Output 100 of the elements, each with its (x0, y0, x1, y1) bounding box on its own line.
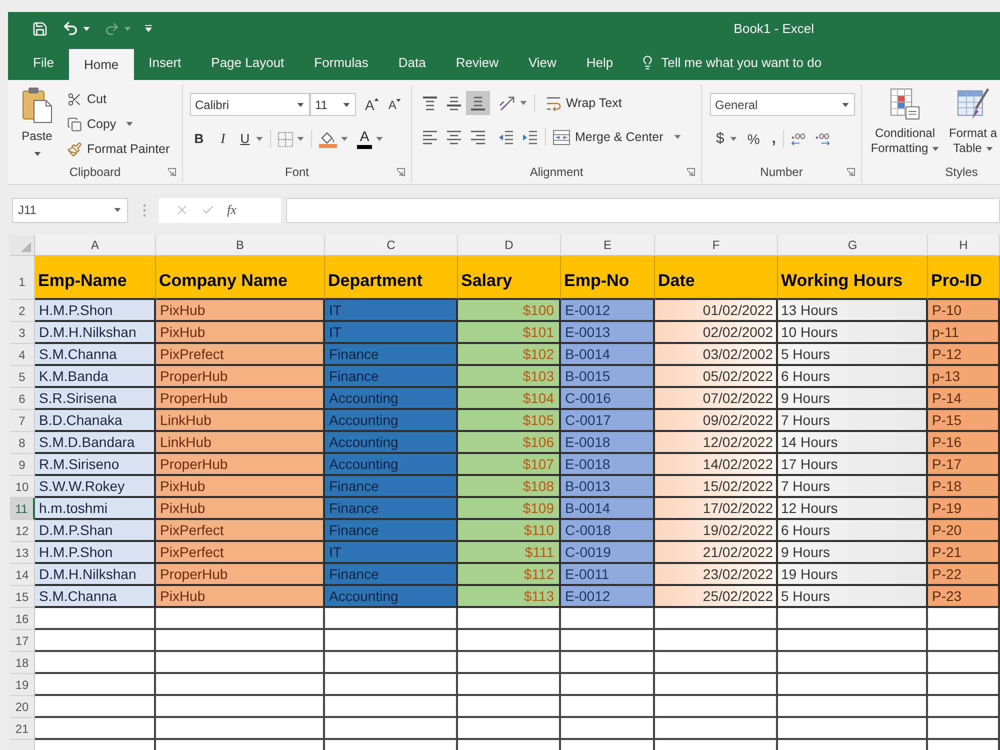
row-header[interactable]: 3 (10, 322, 35, 344)
corner-arrow-icon[interactable] (847, 168, 855, 176)
row-header[interactable]: 10 (10, 476, 35, 498)
format-painter-button[interactable]: Format Painter (67, 138, 170, 160)
bold-button[interactable]: B (190, 129, 208, 149)
name-box[interactable]: J11 (12, 198, 128, 222)
table-cell: ProperHub (156, 388, 325, 410)
table-cell: 03/02/2002 (655, 344, 778, 366)
corner-arrow-icon[interactable] (687, 168, 695, 176)
ribbon-tab[interactable]: Page Layout (196, 45, 300, 80)
row-header[interactable]: 11 (10, 498, 35, 520)
cut-button[interactable]: Cut (67, 88, 170, 110)
column-header[interactable]: C (325, 235, 458, 256)
row-header[interactable]: 17 (10, 630, 35, 652)
table-cell: PixPrefect (156, 344, 325, 366)
row-header[interactable]: 1 (10, 256, 35, 300)
paint-bucket-icon[interactable] (319, 130, 337, 148)
table-cell: S.M.Channa (35, 344, 156, 366)
ribbon-tab[interactable]: Review (440, 45, 514, 80)
comma-style-button[interactable]: , (772, 128, 776, 150)
table-cell: E-0018 (561, 454, 655, 476)
column-header[interactable]: B (156, 235, 325, 256)
align-left-icon (422, 130, 438, 144)
row-header[interactable]: 13 (10, 542, 35, 564)
column-header[interactable]: H (928, 235, 1000, 256)
row-header[interactable]: 9 (10, 454, 35, 476)
table-cell: $104 (458, 388, 561, 410)
column-header[interactable]: D (458, 235, 561, 256)
row-header[interactable]: 18 (10, 652, 35, 674)
row-header[interactable]: 16 (10, 608, 35, 630)
row-header[interactable]: 7 (10, 410, 35, 432)
ribbon-tab[interactable]: Help (571, 45, 628, 80)
font-size-field[interactable]: 11 (310, 93, 356, 116)
ribbon-tab[interactable]: Formulas (299, 45, 384, 80)
table-cell: 9 Hours (778, 542, 928, 564)
diagonal-arrow-icon[interactable] (499, 96, 516, 110)
row-header[interactable]: 6 (10, 388, 35, 410)
save-icon[interactable] (32, 20, 48, 36)
ribbon-tab[interactable]: View (513, 45, 572, 80)
formula-field[interactable] (286, 198, 1000, 222)
row-header[interactable]: 12 (10, 520, 35, 542)
table-cell: K.M.Banda (35, 366, 156, 388)
row-header[interactable]: 14 (10, 564, 35, 586)
merge-cells-icon (553, 130, 570, 144)
insert-function-button[interactable]: fx (227, 200, 236, 220)
borders-grid-icon[interactable] (278, 132, 293, 146)
decimal-increase-icon[interactable] (790, 132, 806, 146)
tell-me-button[interactable]: Tell me what you want to do (640, 45, 822, 80)
decimal-decrease-icon[interactable] (814, 132, 830, 146)
font-name-field[interactable]: Calibri (190, 93, 310, 116)
row-header[interactable]: 19 (10, 674, 35, 696)
caret-up-icon (374, 98, 380, 100)
number-format-field[interactable]: General (710, 93, 855, 116)
table-cell: 17 Hours (778, 454, 928, 476)
ribbon-tab[interactable]: File (18, 45, 69, 80)
row-header[interactable]: 8 (10, 432, 35, 454)
corner-arrow-icon[interactable] (397, 168, 405, 176)
shrink-font-button[interactable]: A (388, 98, 402, 110)
indent-increase-icon[interactable] (522, 130, 538, 144)
ribbon-tab[interactable]: Data (383, 45, 441, 80)
vertical-dots-icon[interactable] (143, 204, 146, 216)
caret-icon (341, 137, 348, 141)
conditional-formatting-button[interactable]: Conditional Formatting (866, 87, 944, 156)
row-header[interactable]: 15 (10, 586, 35, 608)
table-cell: ProperHub (156, 366, 325, 388)
row-header[interactable]: 2 (10, 300, 35, 322)
currency-button[interactable]: $ (716, 128, 724, 150)
column-header[interactable]: A (35, 235, 156, 256)
format-as-table-button[interactable]: Format a Table (944, 87, 1000, 156)
undo-icon[interactable] (62, 20, 79, 37)
font-color-button[interactable]: A (357, 129, 372, 149)
caret-icon (297, 137, 304, 141)
header-cell: Working Hours (778, 256, 928, 300)
row-header[interactable]: 4 (10, 344, 35, 366)
caret-icon (986, 146, 993, 150)
row-header[interactable]: 21 (10, 718, 35, 740)
italic-button[interactable]: I (214, 128, 232, 150)
wrap-text-button[interactable]: Wrap Text (546, 94, 622, 112)
menu-caret-icon[interactable] (145, 25, 152, 32)
paste-button[interactable]: Paste (15, 87, 59, 160)
ribbon-tab[interactable]: Home (68, 49, 134, 80)
column-header[interactable]: F (655, 235, 778, 256)
grow-font-button[interactable]: A (365, 98, 380, 112)
percent-button[interactable]: % (747, 128, 760, 150)
table-cell: IT (325, 542, 458, 564)
merge-center-button[interactable]: Merge & Center (553, 128, 682, 146)
underline-button[interactable]: U (237, 129, 253, 149)
row-header[interactable]: 20 (10, 696, 35, 718)
table-cell: Accounting (325, 410, 458, 432)
table-cell: P-16 (928, 432, 1000, 454)
corner-arrow-icon[interactable] (168, 168, 176, 176)
align-right-icon (470, 130, 486, 144)
column-header[interactable]: G (778, 235, 928, 256)
indent-decrease-icon[interactable] (498, 130, 514, 144)
table-cell: PixHub (156, 476, 325, 498)
copy-button[interactable]: Copy (67, 113, 170, 135)
row-header[interactable]: 5 (10, 366, 35, 388)
column-header[interactable]: E (561, 235, 655, 256)
ribbon-tab[interactable]: Insert (134, 45, 196, 80)
vertical-align-button[interactable] (466, 91, 490, 115)
